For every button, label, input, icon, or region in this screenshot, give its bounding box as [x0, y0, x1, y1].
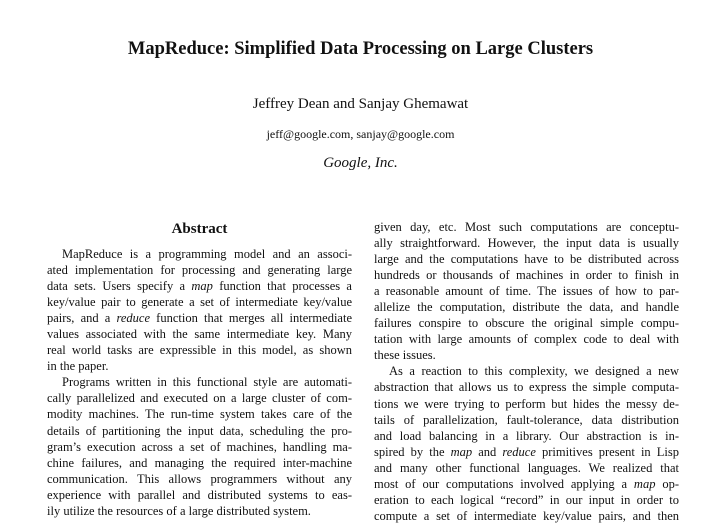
author-affiliation: Google, Inc.	[323, 155, 398, 171]
right-column-line: compute a set of intermediate key/value …	[374, 508, 679, 523]
left-column-line: chine failures, and managing the require…	[47, 455, 352, 470]
left-column-line: ily utilize the resources of a large dis…	[47, 503, 311, 518]
right-column-line: hundreds or thousands of machines in ord…	[374, 268, 679, 283]
right-column-line: and load balancing in a library. Our abs…	[374, 428, 679, 443]
left-column-line: gram’s execution across a set of machine…	[47, 439, 352, 454]
paper-title: MapReduce: Simplified Data Processing on…	[127, 39, 594, 59]
left-column-line: experience with parallel and distributed…	[47, 487, 352, 502]
left-column-line: pairs, and a reduce function that merges…	[47, 311, 352, 326]
right-column-line: ally straightforward. However, the input…	[374, 236, 679, 251]
abstract-left-column: MapReduce is a programming model and an …	[47, 246, 352, 519]
left-column-line: real world tasks are expressible in this…	[47, 343, 352, 358]
left-column-line: communication. This allows programmers w…	[47, 471, 352, 486]
left-column-line: in the paper.	[47, 359, 109, 374]
left-column-line: key/value pair to generate a set of inte…	[47, 295, 352, 310]
body-right-column: given day, etc. Most such computations a…	[374, 219, 679, 524]
right-column-line: tation with large amounts of complex cod…	[374, 332, 679, 347]
right-column-line: tails of parallelization, fault-toleranc…	[374, 412, 679, 427]
left-column-line: data sets. Users specify a map function …	[47, 279, 352, 294]
right-column-line: spired by the map and reduce primitives …	[374, 444, 679, 459]
right-column-line: tions we were trying to perform but hide…	[374, 396, 679, 411]
right-column-line: allelize the computation, distribute the…	[374, 300, 679, 315]
right-column-line: and many other functional languages. We …	[374, 460, 679, 475]
left-column-line: modity machines. The run-time system tak…	[47, 407, 352, 422]
right-column-line: a reasonable amount of time. The issues …	[374, 284, 679, 299]
abstract-heading: Abstract	[171, 221, 228, 237]
right-column-line: given day, etc. Most such computations a…	[374, 220, 679, 234]
right-column-line: most of our computations involved applyi…	[374, 476, 679, 491]
left-column-line: cally parallelized and executed on a lar…	[47, 391, 352, 406]
right-column-line: these issues.	[374, 348, 436, 363]
right-column-line: eration to each logical “record” in our …	[374, 492, 679, 507]
paper-authors: Jeffrey Dean and Sanjay Ghemawat	[252, 96, 469, 112]
left-column-line: MapReduce is a programming model and an …	[62, 247, 352, 261]
left-column-line: Programs written in this functional styl…	[62, 375, 352, 390]
right-column-line: large and the computations have to be di…	[374, 252, 679, 267]
author-emails: jeff@google.com, sanjay@google.com	[266, 127, 455, 141]
left-column-line: details of partitioning the input data, …	[47, 423, 352, 438]
left-column-line: ated implementation for processing and g…	[47, 263, 352, 278]
right-column-line: abstraction that allows us to express th…	[374, 380, 679, 395]
right-column-line: failures conspire to obscure the origina…	[374, 316, 679, 331]
right-column-line: As a reaction to this complexity, we des…	[389, 364, 679, 379]
left-column-line: values associated with the same intermed…	[47, 327, 352, 342]
